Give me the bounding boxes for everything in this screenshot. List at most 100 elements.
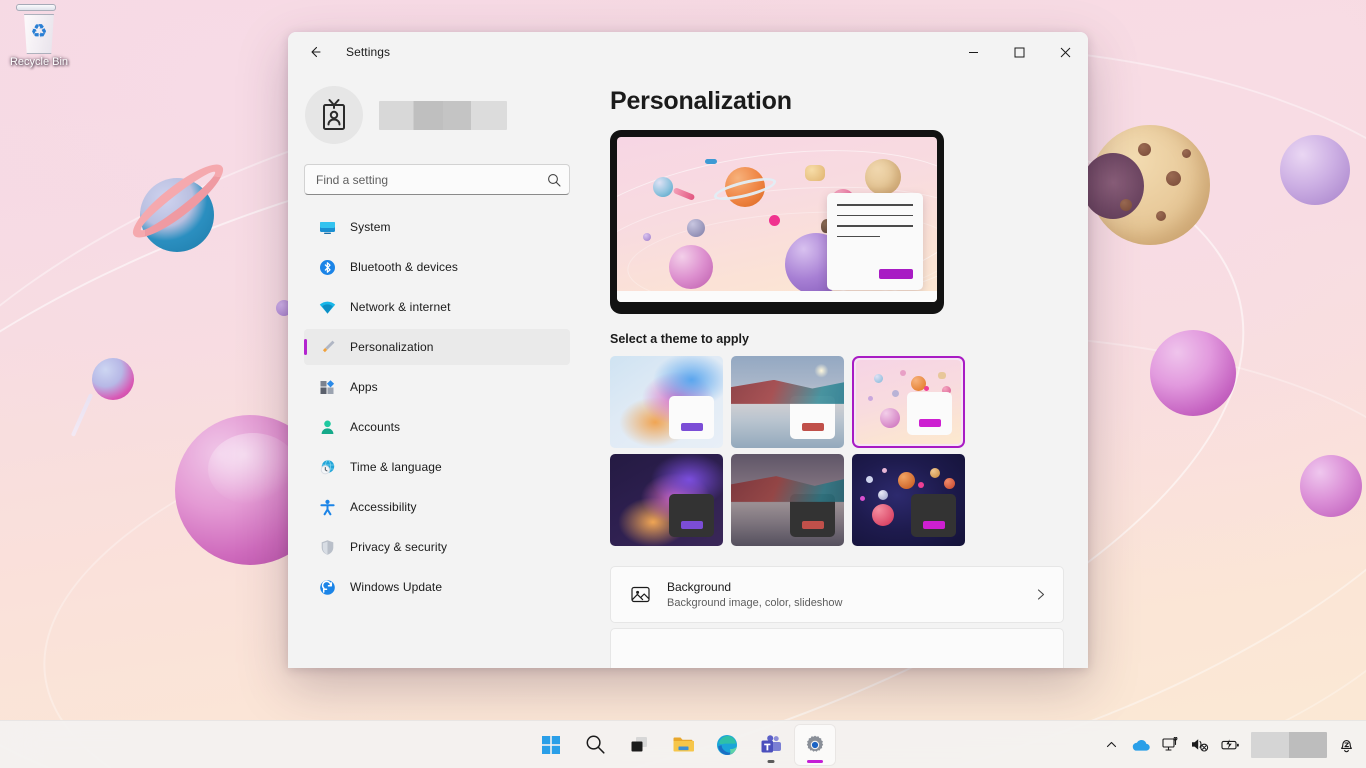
sidebar-item-apps[interactable]: Apps [304, 369, 570, 405]
sidebar-item-privacy-security[interactable]: Privacy & security [304, 529, 570, 565]
network-tray-button[interactable] [1157, 726, 1184, 764]
theme-mini-planet [938, 372, 946, 379]
clock-redacted[interactable] [1251, 732, 1327, 758]
theme-accent-swatch [802, 423, 824, 431]
sidebar-item-label: Accounts [350, 420, 400, 434]
minimize-icon [968, 47, 979, 58]
theme-mini-planet [882, 468, 887, 473]
search-icon [585, 734, 606, 755]
battery-charging-icon [1221, 738, 1240, 752]
onedrive-tray-button[interactable] [1126, 726, 1155, 764]
sidebar: System Bluetooth & devices [288, 72, 586, 668]
settings-button[interactable] [795, 725, 835, 765]
recycle-bin-icon: ♻ [19, 8, 59, 54]
volume-tray-button[interactable] [1186, 726, 1214, 764]
theme-mini-planet [872, 504, 894, 526]
theme-mini-planet [868, 396, 873, 401]
taskbar[interactable] [0, 720, 1366, 768]
theme-mini-planet [944, 478, 955, 489]
theme-section-heading: Select a theme to apply [610, 332, 1064, 346]
theme-mini-planet [898, 472, 915, 489]
theme-option-candy-light[interactable] [852, 356, 965, 448]
bell-dnd-icon [1338, 736, 1355, 753]
wallpaper-lollipop-stick [71, 393, 93, 437]
theme-mini-planet [878, 490, 888, 500]
sidebar-item-network-internet[interactable]: Network & internet [304, 289, 570, 325]
cookie-chip [1156, 211, 1166, 221]
task-view-icon [629, 734, 650, 755]
sidebar-item-label: Time & language [350, 460, 442, 474]
windows-logo-icon [541, 735, 561, 755]
cloud-icon [1131, 738, 1150, 752]
folder-icon [672, 734, 695, 755]
sidebar-item-accessibility[interactable]: Accessibility [304, 489, 570, 525]
theme-window-preview [907, 392, 952, 435]
recycle-bin-desktop-icon[interactable]: ♻ Recycle Bin [6, 8, 72, 69]
search-box[interactable] [304, 164, 570, 195]
theme-mini-planet [874, 374, 883, 383]
sidebar-item-personalization[interactable]: Personalization [304, 329, 570, 365]
wallpaper-planet-magenta [1150, 330, 1236, 416]
sidebar-item-label: Personalization [350, 340, 434, 354]
sidebar-item-windows-update[interactable]: Windows Update [304, 569, 570, 605]
back-button[interactable] [298, 37, 332, 67]
cookie-chip [1138, 143, 1151, 156]
theme-option-cosmos-dark[interactable] [852, 454, 965, 546]
sidebar-item-accounts[interactable]: Accounts [304, 409, 570, 445]
taskbar-running-indicator [768, 760, 775, 763]
preview-planet-purple [669, 245, 713, 289]
file-explorer-button[interactable] [663, 725, 703, 765]
clock-globe-icon [318, 458, 336, 476]
theme-option-windows-dark[interactable] [610, 454, 723, 546]
preview-planet [653, 177, 673, 197]
setting-card-subtitle: Background image, color, slideshow [667, 596, 1034, 611]
taskbar-center-group [531, 721, 835, 768]
sidebar-item-label: Accessibility [350, 500, 417, 514]
sidebar-item-label: Network & internet [350, 300, 451, 314]
search-button[interactable] [575, 725, 615, 765]
account-block[interactable] [304, 72, 570, 156]
theme-mini-planet [880, 408, 900, 428]
minimize-button[interactable] [950, 32, 996, 72]
maximize-button[interactable] [996, 32, 1042, 72]
sidebar-item-time-language[interactable]: Time & language [304, 449, 570, 485]
theme-option-glow-dark[interactable] [731, 454, 844, 546]
battery-tray-button[interactable] [1216, 726, 1245, 764]
setting-card-next-partial[interactable] [610, 628, 1064, 668]
main-content: Personalization [586, 72, 1088, 668]
setting-card-title: Background [667, 579, 1034, 595]
settings-window[interactable]: Settings [288, 32, 1088, 668]
close-button[interactable] [1042, 32, 1088, 72]
theme-option-windows-light[interactable] [610, 356, 723, 448]
person-icon [318, 418, 336, 436]
notifications-button[interactable] [1333, 726, 1360, 764]
speaker-muted-icon [1191, 737, 1209, 752]
theme-accent-swatch [681, 521, 703, 529]
window-titlebar[interactable]: Settings [288, 32, 1088, 72]
theme-option-glow-light[interactable] [731, 356, 844, 448]
preview-window-accent-button [879, 269, 913, 279]
shield-icon [318, 538, 336, 556]
taskbar-active-indicator [807, 760, 823, 763]
recycle-bin-label: Recycle Bin [10, 56, 68, 69]
system-tray [1098, 721, 1366, 768]
gear-icon [804, 734, 826, 756]
cookie-chip [1166, 171, 1181, 186]
search-input[interactable] [304, 164, 570, 195]
theme-preview-screen [617, 137, 937, 302]
wallpaper-planet-magenta-small [1300, 455, 1362, 517]
sidebar-item-bluetooth-devices[interactable]: Bluetooth & devices [304, 249, 570, 285]
show-hidden-icons-button[interactable] [1098, 726, 1124, 764]
avatar[interactable] [305, 86, 363, 144]
task-view-button[interactable] [619, 725, 659, 765]
sidebar-item-label: Windows Update [350, 580, 442, 594]
edge-button[interactable] [707, 725, 747, 765]
sidebar-item-system[interactable]: System [304, 209, 570, 245]
teams-button[interactable] [751, 725, 791, 765]
wallpaper-planet-lavender [1280, 135, 1350, 205]
setting-card-background[interactable]: Background Background image, color, slid… [610, 566, 1064, 623]
page-title: Personalization [610, 87, 1064, 116]
back-arrow-icon [307, 44, 323, 60]
start-button[interactable] [531, 725, 571, 765]
desktop[interactable]: ♻ Recycle Bin Settings [0, 0, 1366, 768]
